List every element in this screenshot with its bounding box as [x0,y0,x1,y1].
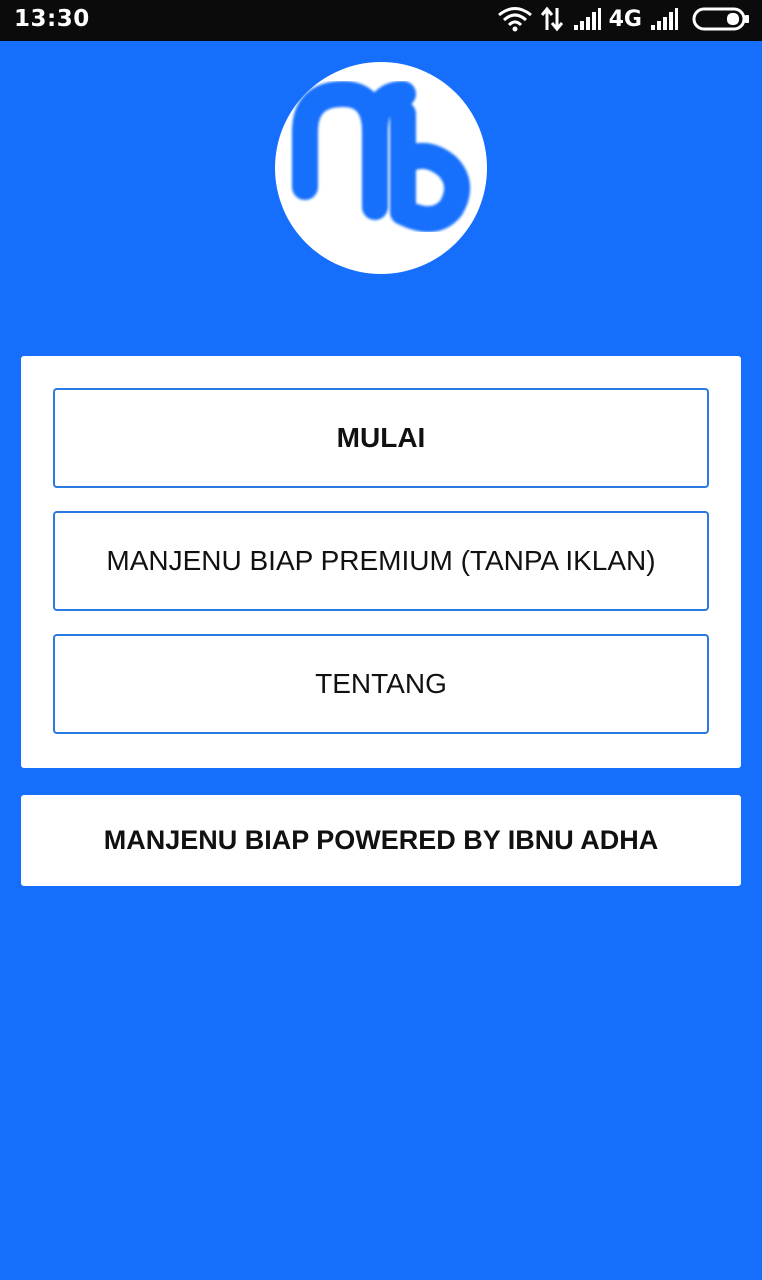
status-time: 13:30 [14,6,90,32]
premium-button[interactable]: MANJENU BIAP PREMIUM (TANPA IKLAN) [53,511,709,611]
mb-logo-icon [292,80,470,232]
signal-icon [573,7,601,31]
battery-icon [692,6,750,32]
wifi-icon [497,6,533,32]
data-transfer-icon [540,6,563,32]
signal-icon [650,7,678,31]
powered-by-banner: MANJENU BIAP POWERED BY IBNU ADHA [21,795,741,886]
network-type: 4G [608,6,642,32]
app-logo [275,62,487,274]
status-icons: 4G [497,4,750,34]
start-button[interactable]: MULAI [53,388,709,488]
menu-card: MULAI MANJENU BIAP PREMIUM (TANPA IKLAN)… [21,356,741,768]
status-bar: 13:30 4G [0,0,762,41]
about-button[interactable]: TENTANG [53,634,709,734]
